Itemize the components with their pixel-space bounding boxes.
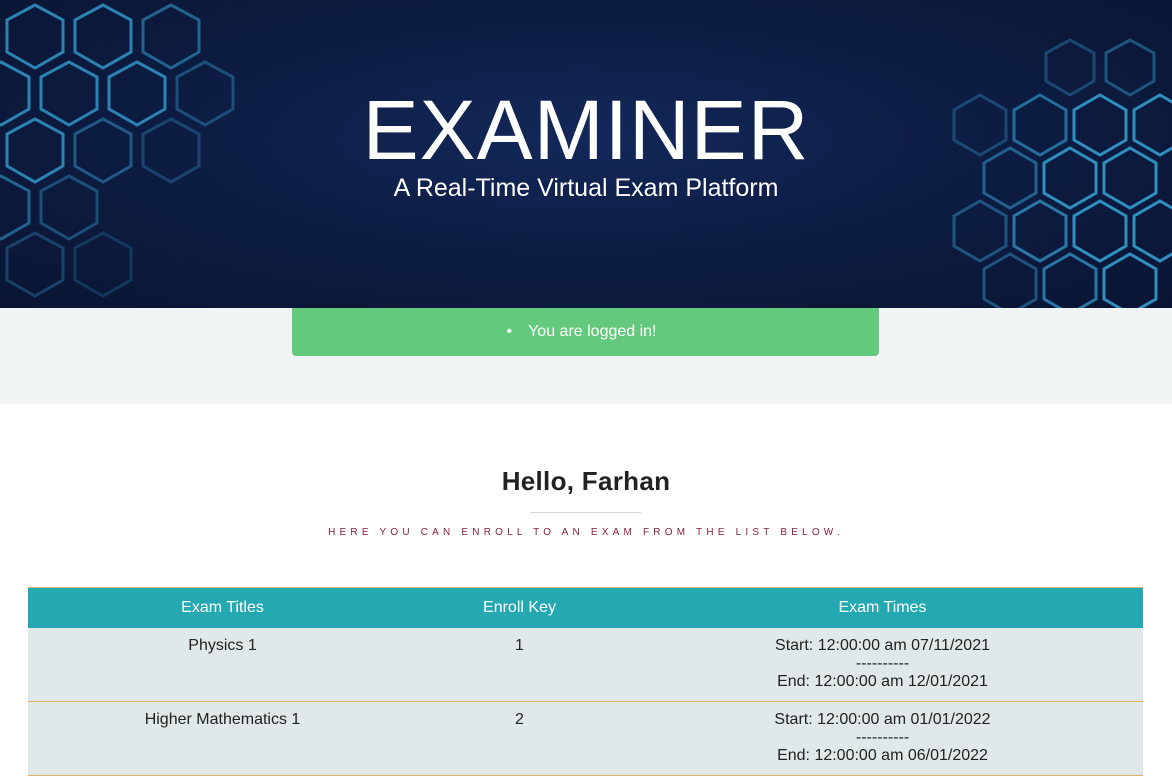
heading-divider	[530, 512, 641, 513]
table-row[interactable]: Physics 1 1 Start: 12:00:00 am 07/11/202…	[28, 628, 1143, 702]
exam-end-time: End: 12:00:00 am 12/01/2021	[777, 673, 988, 690]
exam-times-cell: Start: 12:00:00 am 07/11/2021 ----------…	[622, 628, 1143, 702]
bullet-icon: •	[506, 323, 513, 340]
brand-subtitle: A Real-Time Virtual Exam Platform	[393, 174, 779, 202]
header-banner: EXAMINER A Real-Time Virtual Exam Platfo…	[0, 0, 1172, 308]
time-separator: ----------	[855, 655, 910, 672]
exam-start-time: Start: 12:00:00 am 01/01/2022	[774, 711, 991, 728]
header-enroll-key: Enroll Key	[483, 599, 556, 616]
section-subtitle: Here you can enroll to an exam from the …	[328, 527, 844, 538]
table-row[interactable]: Higher Mathematics 1 2 Start: 12:00:00 a…	[28, 701, 1143, 776]
header-exam-titles: Exam Titles	[181, 599, 264, 616]
time-separator: ----------	[855, 729, 910, 746]
exam-start-time: Start: 12:00:00 am 07/11/2021	[775, 637, 990, 654]
exam-end-time: End: 12:00:00 am 06/01/2022	[777, 747, 988, 764]
greeting-heading: Hello, Farhan	[501, 466, 671, 496]
brand-title: EXAMINER	[362, 83, 810, 177]
exam-times-cell: Start: 12:00:00 am 01/01/2022 ----------…	[622, 702, 1143, 776]
alert-message: You are logged in!	[528, 323, 657, 340]
alert-area: • You are logged in!	[0, 308, 1172, 404]
enroll-key-cell: 2	[515, 711, 524, 728]
exam-table: Exam Titles Enroll Key Exam Times Physic…	[28, 587, 1143, 776]
header-exam-times: Exam Times	[838, 599, 927, 616]
table-header-row: Exam Titles Enroll Key Exam Times	[28, 587, 1143, 628]
enroll-key-cell: 1	[515, 637, 524, 654]
exam-title-cell: Physics 1	[188, 637, 257, 654]
login-success-alert: • You are logged in!	[292, 308, 879, 356]
exam-title-cell: Higher Mathematics 1	[144, 711, 301, 728]
